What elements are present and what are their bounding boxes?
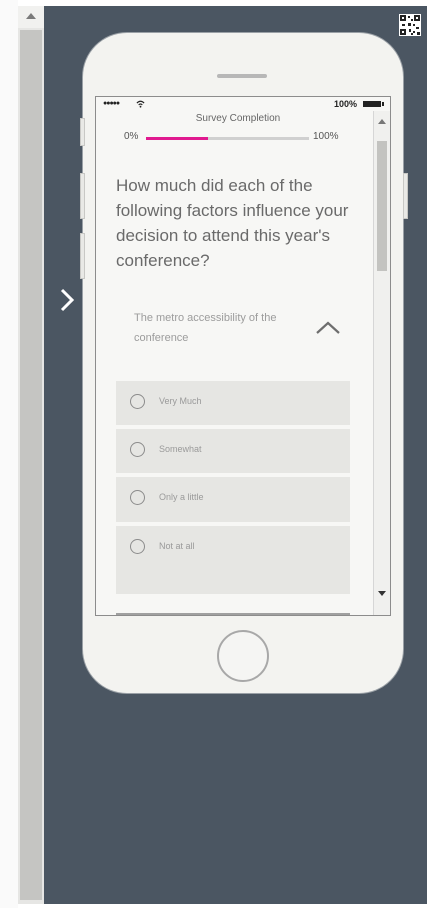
status-bar: ●●●●● 100% <box>96 97 390 111</box>
phone-side-button <box>80 233 85 279</box>
option-only-a-little[interactable]: Only a little <box>116 477 350 522</box>
phone-speaker <box>217 74 267 78</box>
wifi-icon <box>136 100 145 108</box>
option-label: Very Much <box>159 396 202 406</box>
battery-icon <box>363 101 384 107</box>
option-label: Not at all <box>159 541 195 551</box>
screen-scrollbar[interactable] <box>373 111 390 615</box>
phone-side-button <box>80 173 85 219</box>
radio-button[interactable] <box>130 490 145 505</box>
phone-screen: ●●●●● 100% Survey Completion 0% 100% How… <box>95 96 391 616</box>
left-margin <box>0 0 18 908</box>
scroll-up-button[interactable] <box>18 6 44 28</box>
scroll-thumb[interactable] <box>20 30 42 900</box>
radio-button[interactable] <box>130 442 145 457</box>
preview-stage: ●●●●● 100% Survey Completion 0% 100% How… <box>44 6 427 904</box>
option-label: Only a little <box>159 492 204 502</box>
progress-start-label: 0% <box>124 131 139 142</box>
screen-scroll-thumb[interactable] <box>377 141 387 271</box>
option-label: Somewhat <box>159 444 202 454</box>
divider <box>116 613 350 615</box>
factor-label: The metro accessibility of the conferenc… <box>134 312 277 344</box>
progress-title: Survey Completion <box>195 113 281 124</box>
chevron-right-icon[interactable] <box>58 286 76 314</box>
option-very-much[interactable]: Very Much <box>116 381 350 425</box>
radio-button[interactable] <box>130 394 145 409</box>
option-not-at-all[interactable]: Not at all <box>116 526 350 594</box>
progress-end-label: 100% <box>313 131 339 142</box>
option-somewhat[interactable]: Somewhat <box>116 429 350 473</box>
scroll-up-arrow[interactable] <box>378 119 386 124</box>
phone-side-button <box>403 173 408 219</box>
progress-bar-fill <box>146 137 208 140</box>
qr-code-icon[interactable] <box>399 14 421 36</box>
phone-side-button <box>80 118 85 146</box>
radio-button[interactable] <box>130 539 145 554</box>
battery-percent: 100% <box>333 99 357 109</box>
question-text: How much did each of the following facto… <box>116 176 349 270</box>
phone-frame: ●●●●● 100% Survey Completion 0% 100% How… <box>80 33 408 693</box>
scroll-down-arrow[interactable] <box>378 591 386 596</box>
chevron-up-icon[interactable] <box>314 319 342 337</box>
signal-strength: ●●●●● <box>103 100 120 107</box>
home-button[interactable] <box>217 630 269 682</box>
progress-bar <box>146 137 309 140</box>
page-scrollbar[interactable] <box>18 6 44 904</box>
